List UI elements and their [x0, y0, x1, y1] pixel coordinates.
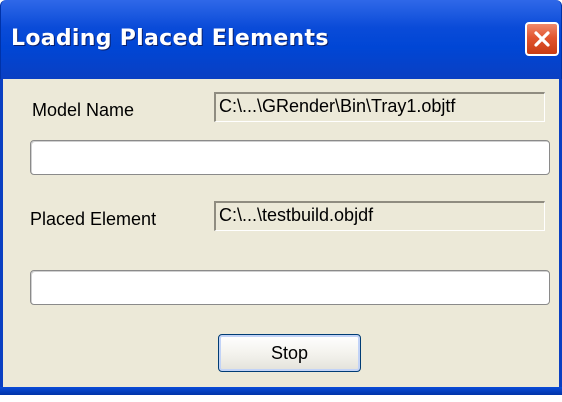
model-name-field: C:\...\GRender\Bin\Tray1.objtf [214, 92, 545, 122]
stop-button[interactable]: Stop [218, 334, 361, 372]
placed-element-label: Placed Element [30, 209, 157, 229]
placed-element-field: C:\...\testbuild.objdf [214, 201, 545, 231]
dialog-title: Loading Placed Elements [11, 26, 329, 51]
close-button[interactable] [525, 22, 559, 56]
model-progress-bar [30, 140, 550, 175]
dialog-bottom-border [0, 387, 562, 395]
element-progress-bar [30, 270, 550, 305]
title-bar[interactable]: Loading Placed Elements [0, 0, 562, 79]
close-icon [532, 29, 552, 49]
model-name-label: Model Name [32, 100, 135, 120]
loading-dialog: Loading Placed Elements Model Name C:\..… [0, 0, 562, 402]
